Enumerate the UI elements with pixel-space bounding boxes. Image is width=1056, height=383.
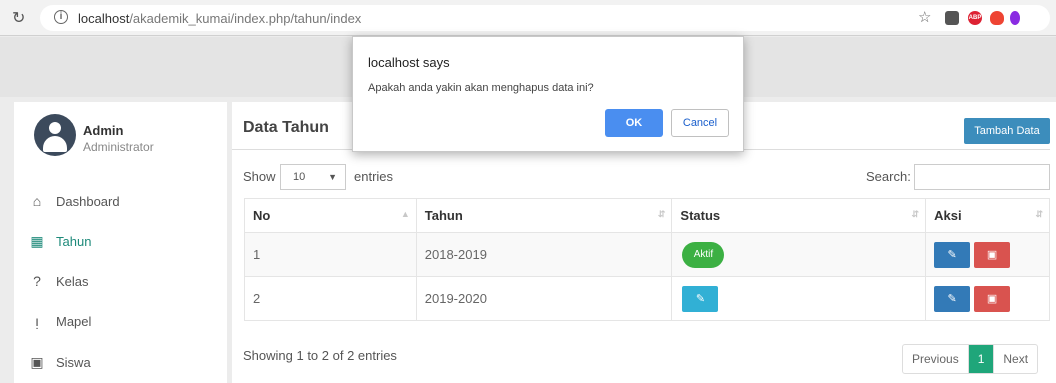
- cell-tahun: 2018-2019: [415, 232, 673, 277]
- adblock-extension-icon[interactable]: ABP: [968, 11, 982, 25]
- column-label: No: [253, 208, 271, 223]
- search-input[interactable]: [914, 164, 1050, 190]
- address-bar[interactable]: i localhost/akademik_kumai/index.php/tah…: [40, 5, 1050, 31]
- user-name: Admin: [83, 123, 124, 138]
- table-info: Showing 1 to 2 of 2 entries: [243, 348, 397, 363]
- home-icon: ⌂: [32, 193, 42, 209]
- info-icon: ᴉ: [35, 313, 39, 329]
- bookmark-star-icon[interactable]: ☆: [918, 8, 931, 26]
- reload-icon[interactable]: ↻: [12, 8, 25, 28]
- cell-actions: ✎ ▣: [925, 232, 1050, 277]
- shield-extension-icon[interactable]: [990, 11, 1004, 25]
- edit-button[interactable]: ✎: [934, 241, 971, 268]
- cell-status: ✎: [671, 276, 927, 321]
- edit-button[interactable]: ✎: [934, 285, 971, 312]
- table-header-row: No ▲ Tahun ⇵ Status ⇵ Aksi ⇵: [244, 198, 1050, 233]
- avatar: [34, 114, 76, 156]
- pencil-icon: ✎: [947, 292, 957, 305]
- column-label: Aksi: [934, 208, 962, 223]
- status-badge[interactable]: Aktif: [682, 241, 725, 268]
- sidebar-item-label: Tahun: [56, 233, 92, 249]
- question-icon: ?: [33, 273, 41, 289]
- cell-status: Aktif: [671, 232, 927, 277]
- show-label: Show: [243, 169, 276, 184]
- sidebar-item-tahun[interactable]: ▦ Tahun: [28, 231, 91, 251]
- table-row: 2 2019-2020 ✎ ✎ ▣: [244, 276, 1050, 321]
- sort-icon: ⇵: [1035, 209, 1043, 219]
- cell-actions: ✎ ▣: [925, 276, 1050, 321]
- previous-page-button[interactable]: Previous: [903, 345, 969, 373]
- entries-label: entries: [354, 169, 394, 184]
- dialog-title: localhost says: [368, 55, 450, 70]
- sidebar: Admin Administrator ⌂ Dashboard ▦ Tahun …: [14, 102, 227, 383]
- url-text: localhost/akademik_kumai/index.php/tahun…: [78, 11, 361, 26]
- sort-asc-icon: ▲: [400, 209, 410, 219]
- search-label: Search:: [866, 169, 911, 184]
- page-title: Data Tahun: [243, 119, 329, 136]
- sort-icon: ⇵: [657, 209, 666, 219]
- cancel-button[interactable]: Cancel: [671, 109, 729, 137]
- sidebar-item-label: Mapel: [56, 313, 92, 329]
- current-page-button[interactable]: 1: [968, 345, 994, 373]
- calendar-icon: ▦: [30, 232, 44, 249]
- cell-no: 2: [244, 276, 417, 321]
- trash-icon: ▣: [986, 292, 998, 305]
- site-info-icon[interactable]: i: [54, 10, 68, 24]
- trash-icon: ▣: [986, 248, 998, 261]
- user-body-icon: [43, 136, 67, 152]
- sidebar-item-siswa[interactable]: ▣ Siswa: [28, 352, 91, 372]
- next-page-button[interactable]: Next: [993, 345, 1037, 373]
- delete-button[interactable]: ▣: [974, 241, 1011, 268]
- sidebar-item-label: Siswa: [56, 354, 91, 370]
- activate-button[interactable]: ✎: [682, 285, 719, 312]
- url-path: /akademik_kumai/index.php/tahun/index: [129, 11, 362, 26]
- camera-extension-icon[interactable]: [945, 11, 959, 25]
- delete-button[interactable]: ▣: [974, 285, 1011, 312]
- browser-toolbar: ↻ i localhost/akademik_kumai/index.php/t…: [0, 0, 1056, 36]
- sidebar-item-mapel[interactable]: ᴉ Mapel: [28, 311, 91, 331]
- chevron-down-icon: ▼: [328, 172, 337, 182]
- sidebar-item-kelas[interactable]: ? Kelas: [28, 271, 89, 291]
- column-header-tahun[interactable]: Tahun ⇵: [415, 198, 673, 233]
- ok-button[interactable]: OK: [605, 109, 663, 137]
- user-role: Administrator: [83, 140, 154, 154]
- add-data-button[interactable]: Tambah Data: [964, 118, 1050, 144]
- dialog-message: Apakah anda yakin akan menghapus data in…: [368, 82, 594, 94]
- url-host: localhost: [78, 11, 130, 26]
- cell-tahun: 2019-2020: [415, 276, 673, 321]
- edit-square-icon: ✎: [695, 292, 706, 305]
- sort-icon: ⇵: [911, 209, 920, 219]
- column-label: Status: [680, 208, 721, 223]
- id-card-icon: ▣: [30, 353, 44, 370]
- table-row: 1 2018-2019 Aktif ✎ ▣: [244, 232, 1050, 277]
- extension-icon[interactable]: [1010, 11, 1020, 25]
- sidebar-item-dashboard[interactable]: ⌂ Dashboard: [28, 191, 120, 211]
- pagination: Previous 1 Next: [902, 344, 1039, 374]
- user-head-icon: [49, 122, 61, 134]
- entries-select[interactable]: 10 ▼: [280, 164, 346, 190]
- cell-no: 1: [244, 232, 417, 277]
- column-header-no[interactable]: No ▲: [244, 198, 417, 233]
- sidebar-item-label: Kelas: [56, 273, 89, 289]
- data-table: No ▲ Tahun ⇵ Status ⇵ Aksi ⇵ 1 2018-2019 Akt…: [244, 198, 1050, 321]
- column-header-status[interactable]: Status ⇵: [671, 198, 927, 233]
- pencil-icon: ✎: [947, 248, 957, 261]
- confirm-dialog: localhost says Apakah anda yakin akan me…: [352, 36, 744, 152]
- entries-value: 10: [293, 171, 306, 183]
- column-label: Tahun: [424, 208, 463, 223]
- sidebar-item-label: Dashboard: [56, 193, 120, 209]
- column-header-aksi[interactable]: Aksi ⇵: [925, 198, 1050, 233]
